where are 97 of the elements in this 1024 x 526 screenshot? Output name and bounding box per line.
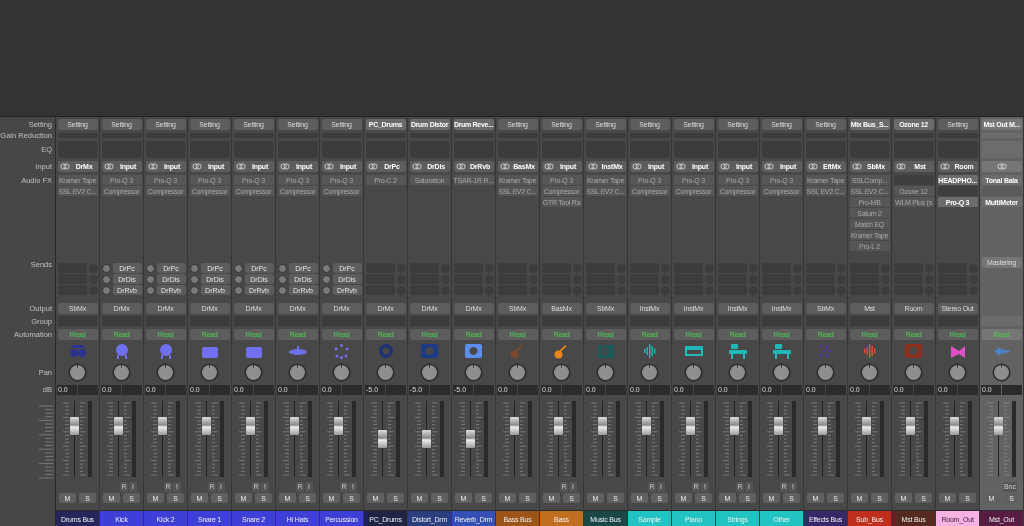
- link-icon: [587, 162, 598, 170]
- gain-reduction-meter: [981, 133, 1022, 138]
- peak-readout: [298, 384, 318, 395]
- peak-readout: [826, 384, 846, 395]
- link-icon: [235, 162, 246, 170]
- peak-readout: [606, 384, 626, 395]
- peak-readout: [562, 384, 582, 395]
- peak-readout: [430, 384, 450, 395]
- link-icon: [191, 162, 202, 170]
- fader-handle[interactable]: [158, 417, 167, 436]
- peak-readout: [738, 384, 758, 395]
- fader-handle[interactable]: [70, 417, 79, 436]
- link-icon: [996, 162, 1007, 170]
- pan-knob[interactable]: [640, 362, 659, 382]
- pan-knob[interactable]: [684, 362, 703, 382]
- peak-readout: [474, 384, 494, 395]
- pan-knob[interactable]: [508, 362, 527, 382]
- pan-knob[interactable]: [992, 362, 1011, 382]
- link-icon: [367, 162, 378, 170]
- peak-readout: [78, 384, 98, 395]
- peak-readout: [958, 384, 978, 395]
- pan-knob[interactable]: [860, 362, 879, 382]
- peak-readout: [870, 384, 890, 395]
- fader-handle[interactable]: [862, 417, 871, 436]
- peak-readout: [166, 384, 186, 395]
- fader-handle[interactable]: [510, 417, 519, 436]
- pan-knob[interactable]: [904, 362, 923, 382]
- peak-readout: [650, 384, 670, 395]
- link-icon: [543, 162, 554, 170]
- pan-knob[interactable]: [596, 362, 615, 382]
- link-icon: [895, 162, 906, 170]
- link-icon: [763, 162, 774, 170]
- link-icon: [851, 162, 862, 170]
- pan-knob[interactable]: [772, 362, 791, 382]
- peak-readout: [122, 384, 142, 395]
- group-slot[interactable]: [981, 316, 1022, 326]
- fader-handle[interactable]: [114, 417, 123, 436]
- pan-knob[interactable]: [244, 362, 263, 382]
- empty-plugin-slot[interactable]: [893, 175, 934, 185]
- pan-knob[interactable]: [332, 362, 351, 382]
- pan-knob[interactable]: [288, 362, 307, 382]
- link-icon: [455, 162, 466, 170]
- fader-handle[interactable]: [994, 417, 1003, 436]
- gain-reduction-meter: [57, 133, 98, 138]
- peak-readout: [342, 384, 362, 395]
- fader-handle[interactable]: [642, 417, 651, 436]
- fader-handle[interactable]: [774, 417, 783, 436]
- pan-knob[interactable]: [68, 362, 87, 382]
- pan-knob[interactable]: [728, 362, 747, 382]
- peak-readout: [1002, 384, 1022, 395]
- link-icon: [675, 162, 686, 170]
- peak-readout: [254, 384, 274, 395]
- peak-readout: [914, 384, 934, 395]
- pan-knob[interactable]: [376, 362, 395, 382]
- peak-readout: [694, 384, 714, 395]
- peak-readout: [518, 384, 538, 395]
- pan-knob[interactable]: [948, 362, 967, 382]
- link-icon: [411, 162, 422, 170]
- link-icon: [631, 162, 642, 170]
- fader-handle[interactable]: [730, 417, 739, 436]
- fader-handle[interactable]: [686, 417, 695, 436]
- empty-plugin-slot[interactable]: [937, 186, 978, 196]
- empty-plugin-slot[interactable]: [981, 186, 1022, 196]
- pan-knob[interactable]: [156, 362, 175, 382]
- link-icon: [939, 162, 950, 170]
- link-icon: [499, 162, 510, 170]
- peak-readout: [210, 384, 230, 395]
- link-icon: [719, 162, 730, 170]
- fader-handle[interactable]: [334, 417, 343, 436]
- pan-knob[interactable]: [464, 362, 483, 382]
- link-icon: [103, 162, 114, 170]
- fader-handle[interactable]: [378, 430, 387, 448]
- pan-knob[interactable]: [816, 362, 835, 382]
- pan-knob[interactable]: [552, 362, 571, 382]
- link-icon: [807, 162, 818, 170]
- link-icon: [323, 162, 334, 170]
- fader-handle[interactable]: [818, 417, 827, 436]
- fader-handle[interactable]: [906, 417, 915, 436]
- group-slot[interactable]: [57, 316, 98, 326]
- fader-handle[interactable]: [246, 417, 255, 436]
- pan-knob[interactable]: [420, 362, 439, 382]
- link-icon: [147, 162, 158, 170]
- fader-handle[interactable]: [598, 417, 607, 436]
- input-slot[interactable]: [981, 160, 1022, 172]
- pan-knob[interactable]: [112, 362, 131, 382]
- fader-handle[interactable]: [290, 417, 299, 436]
- fader-handle[interactable]: [950, 417, 959, 436]
- fader-handle[interactable]: [202, 417, 211, 436]
- fader-handle[interactable]: [466, 430, 475, 448]
- pan-knob[interactable]: [200, 362, 219, 382]
- fader-handle[interactable]: [554, 417, 563, 436]
- eq-slot[interactable]: [57, 140, 98, 158]
- fader-handle[interactable]: [422, 430, 431, 448]
- link-icon: [59, 162, 70, 170]
- peak-readout: [782, 384, 802, 395]
- peak-readout: [386, 384, 406, 395]
- link-icon: [279, 162, 290, 170]
